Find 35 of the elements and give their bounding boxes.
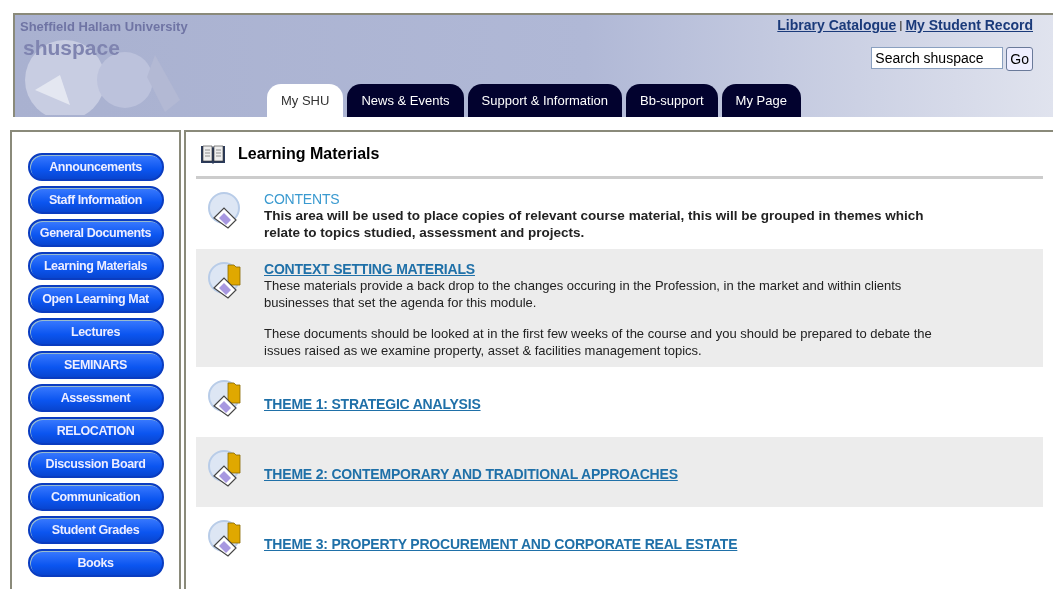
sidebar-button[interactable]: SEMINARS xyxy=(27,351,164,379)
nav-tab[interactable]: News & Events xyxy=(347,84,464,117)
sidebar-button[interactable]: RELOCATION xyxy=(27,417,164,445)
library-catalogue-link[interactable]: Library Catalogue xyxy=(777,17,897,33)
site-name: shuspace xyxy=(23,36,120,60)
item-description: These documents should be looked at in the first few weeks of the course and you should be prepared to debate the issues raised as we examine property, asset & facilities management topics. xyxy=(264,325,933,359)
item-link[interactable]: THEME 2: CONTEMPORARY AND TRADITIONAL APPROACHES xyxy=(264,466,678,482)
item-description: These materials provide a back drop to the changes occuring in the Profession, in the market and within clients businesses that set the agenda for this module. xyxy=(264,277,903,311)
item-link[interactable]: CONTEXT SETTING MATERIALS xyxy=(264,261,475,277)
go-button[interactable]: Go xyxy=(1006,47,1033,71)
sidebar-button[interactable]: Learning Materials xyxy=(27,252,164,280)
page-title: Learning Materials xyxy=(238,145,380,163)
sidebar-button[interactable]: Assessment xyxy=(27,384,164,412)
sidebar-button[interactable]: Communication xyxy=(27,483,164,511)
sidebar-button[interactable]: Student Grades xyxy=(27,516,164,544)
item-link[interactable]: THEME 3: PROPERTY PROCUREMENT AND CORPORATE REAL ESTATE xyxy=(264,536,738,552)
sidebar-button[interactable]: Announcements xyxy=(27,153,164,181)
book-icon xyxy=(200,143,226,165)
nav-tab[interactable]: Support & Information xyxy=(467,84,622,117)
sidebar-button[interactable]: Books xyxy=(27,549,164,577)
sidebar-button[interactable]: General Documents xyxy=(27,219,164,247)
sidebar-button[interactable]: Lectures xyxy=(27,318,164,346)
sidebar-button[interactable]: Discussion Board xyxy=(27,450,164,478)
item-title-link[interactable]: CONTENTS xyxy=(264,191,340,207)
university-name: Sheffield Hallam University xyxy=(20,19,188,34)
sidebar-button[interactable]: Open Learning Mat xyxy=(27,285,164,313)
search-field[interactable]: Search shuspace xyxy=(871,47,1004,69)
nav-tab[interactable]: My SHU xyxy=(267,84,344,117)
nav-tab[interactable]: Bb-support xyxy=(626,84,718,117)
student-record-link[interactable]: My Student Record xyxy=(905,17,1033,33)
link-separator: | xyxy=(899,19,903,31)
item-description: This area will be used to place copies of relevant course material, this will be grouped in themes which relate to topics studied, assessment and projects. xyxy=(264,207,925,241)
item-link[interactable]: THEME 1: STRATEGIC ANALYSIS xyxy=(264,396,481,412)
nav-tab[interactable]: My Page xyxy=(721,84,801,117)
sidebar-button[interactable]: Staff Information xyxy=(27,186,164,214)
